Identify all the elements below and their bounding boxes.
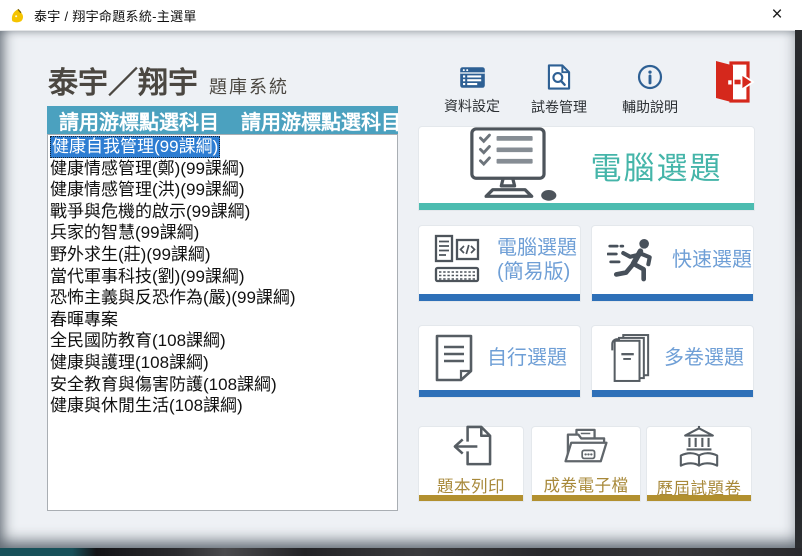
title-bar: 泰宇 / 翔宇命題系統-主選單 × [0, 0, 802, 31]
brand-logo: 泰宇／翔宇 題庫系統 [48, 58, 289, 102]
subject-item[interactable]: 全民國防教育(108課綱) [48, 330, 397, 352]
subject-item[interactable]: 戰爭與危機的啟示(99課綱) [48, 201, 397, 223]
exam-search-icon [547, 63, 571, 91]
data-settings-icon [459, 63, 486, 91]
subject-item[interactable]: 當代軍事科技(劉)(99課綱) [48, 266, 397, 288]
desktop-edge-bottom [0, 548, 802, 556]
button-label: 自行選題 [487, 346, 567, 370]
multi-paper-select-button[interactable]: 多卷選題 [592, 326, 753, 397]
button-label: 歷屆試題卷 [657, 475, 742, 499]
toolbar-item-exam-manage[interactable]: 試卷管理 [516, 63, 602, 117]
document-lines-icon [434, 334, 474, 382]
app-logo-icon [9, 7, 26, 24]
exam-file-button[interactable]: 成卷電子檔 [532, 427, 640, 501]
bank-book-icon [677, 424, 721, 470]
brand-name: 泰宇／翔宇 [48, 58, 198, 102]
subject-item[interactable]: 恐怖主義與反恐作為(嚴)(99課綱) [48, 287, 397, 309]
subject-item[interactable]: 健康情感管理(洪)(99課綱) [48, 179, 397, 201]
close-button[interactable]: × [765, 2, 789, 28]
computer-select-button[interactable]: 電腦選題 [419, 127, 754, 210]
subject-item[interactable]: 兵家的智慧(99課綱) [48, 222, 397, 244]
subject-header-text: 請用游標點選科目 [59, 106, 219, 134]
client-area: 泰宇／翔宇 題庫系統 資料設定 [0, 31, 802, 548]
subject-item[interactable]: 健康與休閒生活(108課綱) [48, 395, 397, 417]
button-label: 成卷電子檔 [544, 472, 629, 496]
print-booklet-button[interactable]: 題本列印 [419, 427, 523, 501]
toolbar-item-help[interactable]: 輔助說明 [607, 63, 693, 117]
subject-header-text: 請用游標點選科目 [241, 106, 398, 134]
export-page-icon [448, 425, 495, 468]
subject-item[interactable]: 野外求生(莊)(99課綱) [48, 244, 397, 266]
button-label: 電腦選題 (簡易版) [497, 236, 577, 284]
open-folder-icon [563, 427, 609, 467]
runner-icon [607, 237, 659, 284]
quick-select-button[interactable]: 快速選題 [592, 226, 753, 301]
app-window: 泰宇 / 翔宇命題系統-主選單 × 泰宇／翔宇 題庫系統 資料設定 [0, 0, 802, 548]
window-title: 泰宇 / 翔宇命題系統-主選單 [34, 6, 197, 25]
stacked-papers-icon [607, 333, 651, 383]
subject-item[interactable]: 健康自我管理(99課綱) [48, 136, 397, 158]
self-select-button[interactable]: 自行選題 [419, 326, 580, 397]
toolbar-label: 試卷管理 [516, 97, 602, 117]
desktop-edge-right [795, 30, 802, 548]
computer-select-simple-button[interactable]: 電腦選題 (簡易版) [419, 226, 580, 301]
info-icon [637, 63, 663, 91]
subject-item[interactable]: 健康與護理(108課綱) [48, 352, 397, 374]
button-label: 快速選題 [672, 248, 752, 272]
subject-list-header: 請用游標點選科目 請用游標點選科目 [47, 106, 398, 134]
toolbar-label: 資料設定 [429, 96, 515, 116]
toolbar-item-data-settings[interactable]: 資料設定 [429, 63, 515, 116]
subject-item-selected: 健康自我管理(99課綱) [50, 136, 220, 158]
past-exams-button[interactable]: 歷屆試題卷 [647, 427, 751, 501]
subject-item[interactable]: 健康情感管理(鄭)(99課綱) [48, 158, 397, 180]
button-label: 題本列印 [437, 473, 505, 497]
brand-suffix: 題庫系統 [209, 73, 289, 99]
subject-item[interactable]: 春暉專案 [48, 309, 397, 331]
exit-button[interactable] [712, 61, 756, 107]
button-label: 多卷選題 [664, 346, 744, 370]
simple-computer-icon [434, 234, 484, 286]
exit-door-icon [713, 60, 755, 109]
button-label: 電腦選題 [591, 143, 723, 188]
subject-listbox[interactable]: 健康自我管理(99課綱) 健康情感管理(鄭)(99課綱) 健康情感管理(洪)(9… [47, 134, 398, 511]
subject-item[interactable]: 安全教育與傷害防護(108課綱) [48, 374, 397, 396]
toolbar-label: 輔助說明 [607, 97, 693, 117]
computer-checklist-icon [451, 127, 563, 203]
